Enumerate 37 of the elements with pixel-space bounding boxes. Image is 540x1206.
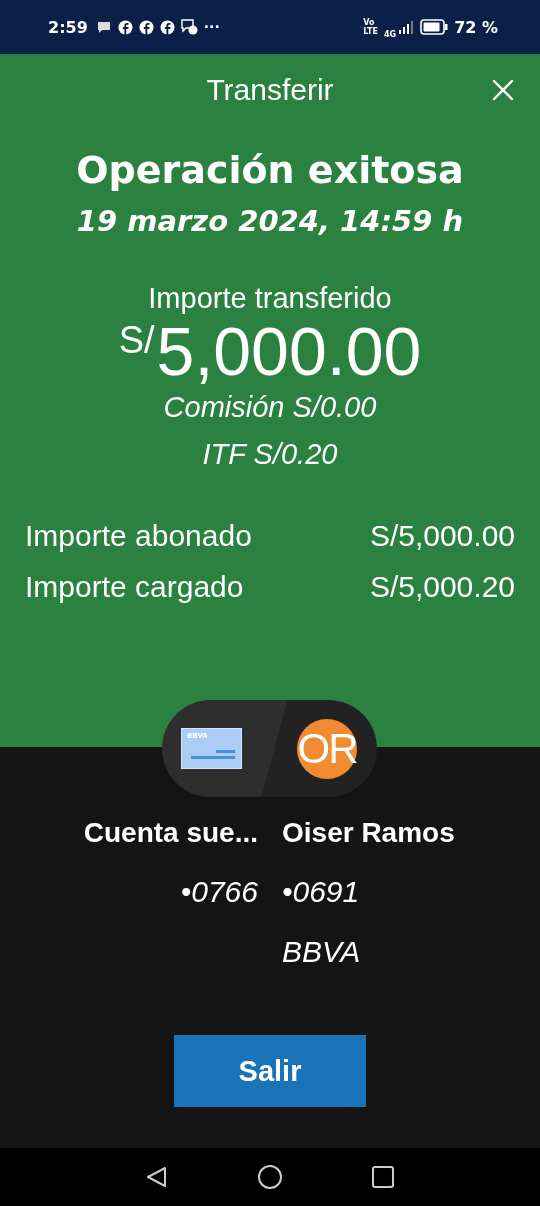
chat-bubble-icon — [95, 20, 112, 34]
recipient-bank: BBVA — [282, 935, 361, 969]
home-icon — [257, 1164, 283, 1190]
origin-account-number: •0766 — [180, 875, 258, 909]
more-notifications: ··· — [203, 19, 220, 35]
transferred-amount: 5,000.00 — [156, 317, 422, 385]
summary-value: S/5,000.20 — [369, 570, 515, 604]
recents-icon — [371, 1165, 395, 1189]
summary-label: Importe abonado — [25, 519, 252, 553]
facebook-icon — [159, 19, 175, 35]
recipient-account-number: •0691 — [282, 875, 360, 909]
screen-title: Transferir — [206, 73, 334, 107]
origin-account-name: Cuenta sue... — [83, 817, 258, 849]
back-icon — [145, 1165, 169, 1189]
currency-symbol: S/ — [118, 321, 155, 359]
operation-date: 19 marzo 2024, 14:59 h — [76, 204, 464, 238]
close-button[interactable] — [492, 79, 514, 101]
volte-label: LTE — [363, 27, 378, 36]
itf-text: ITF S/0.20 — [202, 438, 338, 471]
battery-icon — [420, 19, 449, 35]
success-title: Operación exitosa — [76, 148, 464, 192]
recipient-name: Oiser Ramos — [282, 817, 455, 849]
messenger-icon — [180, 19, 198, 35]
amount-label: Importe transferido — [148, 282, 392, 315]
battery-level: 72 % — [454, 17, 498, 37]
summary-value: S/5,000.00 — [369, 519, 515, 553]
status-time: 2:59 — [48, 17, 88, 37]
signal-icon — [398, 20, 415, 34]
facebook-icon — [138, 19, 154, 35]
facebook-icon — [117, 19, 133, 35]
close-icon — [492, 79, 514, 101]
network-label: 4G — [384, 29, 397, 39]
volte-label: Vo — [363, 18, 376, 27]
summary-label: Importe cargado — [25, 570, 244, 604]
commission-text: Comisión S/0.00 — [163, 391, 377, 424]
contact-avatar: OR — [297, 719, 357, 779]
exit-button[interactable]: Salir — [174, 1035, 366, 1107]
